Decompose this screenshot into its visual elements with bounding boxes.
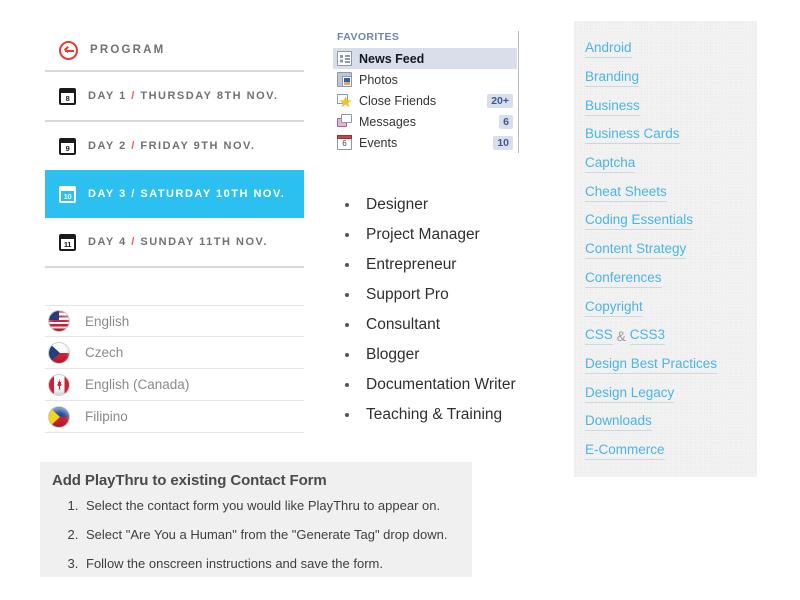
tag-link-captcha[interactable]: Captcha <box>585 155 636 174</box>
language-label: Filipino <box>85 409 128 424</box>
instructions-step: Follow the onscreen instructions and sav… <box>82 549 460 578</box>
calendar-icon: 10 <box>59 185 76 203</box>
calendar-icon: 11 <box>59 233 76 251</box>
tag-row: Downloads <box>574 408 757 437</box>
reply-arrow-circle-icon <box>59 40 78 60</box>
program-title: PROGRAM <box>90 44 166 56</box>
favorites-item-photos[interactable]: Photos <box>333 69 517 90</box>
tag-link-e-commerce[interactable]: E-Commerce <box>585 442 665 460</box>
program-day-row-3-selected[interactable]: 10 DAY 3 / SATURDAY 10TH NOV. <box>45 170 304 218</box>
list-item: Entrepreneur <box>340 250 516 280</box>
favorites-item-label: Events <box>359 135 398 150</box>
program-day-row-4[interactable]: 11 DAY 4 / SUNDAY 11TH NOV. <box>45 218 304 266</box>
calendar-icon: 9 <box>59 137 76 155</box>
tag-link-css[interactable]: CSS <box>585 327 613 346</box>
tag-row: Captcha <box>574 150 757 179</box>
flag-philippines-icon <box>48 405 70 428</box>
events-calendar-icon: 6 <box>337 135 352 150</box>
list-item: Consultant <box>340 310 516 340</box>
program-day-row-2[interactable]: 9 DAY 2 / FRIDAY 9TH NOV. <box>45 122 304 170</box>
photos-icon <box>337 72 352 87</box>
favorites-panel: FAVORITES News Feed Photos Close Friends… <box>333 31 519 153</box>
tag-link-business[interactable]: Business <box>585 98 640 116</box>
tag-row: Copyright <box>574 293 757 322</box>
tag-row: Coding Essentials <box>574 207 757 236</box>
ampersand-separator: & <box>616 328 626 344</box>
tag-row: CSS & CSS3 <box>574 322 757 351</box>
program-day-label: DAY 2 / FRIDAY 9TH NOV. <box>88 140 256 152</box>
language-row-english[interactable]: English <box>45 305 304 337</box>
tag-link-panel: Android Branding Business Business Cards… <box>574 21 757 477</box>
list-item: Designer <box>340 190 516 220</box>
tag-link-design-legacy[interactable]: Design Legacy <box>585 385 675 403</box>
flag-united-states-icon <box>48 310 70 332</box>
favorites-item-badge: 6 <box>499 114 513 129</box>
calendar-icon: 8 <box>59 87 76 105</box>
language-label: Czech <box>85 345 124 360</box>
favorites-item-messages[interactable]: Messages 6 <box>333 111 517 132</box>
language-label: English <box>85 313 130 329</box>
messages-icon <box>337 114 352 129</box>
favorites-item-label: News Feed <box>359 51 425 66</box>
tag-link-android[interactable]: Android <box>585 40 632 59</box>
language-row-filipino[interactable]: Filipino <box>45 401 304 433</box>
tag-link-cheat-sheets[interactable]: Cheat Sheets <box>585 184 667 202</box>
tag-link-downloads[interactable]: Downloads <box>585 413 652 432</box>
program-day-label: DAY 1 / THURSDAY 8TH NOV. <box>88 90 279 102</box>
instructions-step: Select the contact form you would like P… <box>82 491 460 520</box>
tag-link-business-cards[interactable]: Business Cards <box>585 126 680 145</box>
tag-row: Design Best Practices <box>574 351 757 380</box>
list-item: Blogger <box>340 340 516 370</box>
instructions-step: Select "Are You a Human" from the "Gener… <box>82 520 460 549</box>
favorites-item-badge: 20+ <box>487 93 513 108</box>
language-row-czech[interactable]: Czech <box>45 337 304 369</box>
tag-link-coding-essentials[interactable]: Coding Essentials <box>585 212 694 231</box>
tag-link-css3[interactable]: CSS3 <box>629 327 666 346</box>
tag-row: Conferences <box>574 265 757 294</box>
program-day-label: DAY 4 / SUNDAY 11TH NOV. <box>88 236 268 248</box>
list-item: Documentation Writer <box>340 370 516 400</box>
divider <box>45 266 304 268</box>
language-row-english-canada[interactable]: English (Canada) <box>45 369 304 401</box>
tag-link-design-best-practices[interactable]: Design Best Practices <box>585 356 718 374</box>
list-item: Teaching & Training <box>340 400 516 430</box>
roles-list: Designer Project Manager Entrepreneur Su… <box>340 190 516 430</box>
list-item: Project Manager <box>340 220 516 250</box>
tag-row: Cheat Sheets <box>574 178 757 207</box>
tag-link-branding[interactable]: Branding <box>585 69 640 88</box>
instructions-panel: Add PlayThru to existing Contact Form Se… <box>40 462 472 577</box>
favorites-item-close-friends[interactable]: Close Friends 20+ <box>333 90 517 111</box>
program-day-label: DAY 3 / SATURDAY 10TH NOV. <box>88 188 286 200</box>
favorites-heading: FAVORITES <box>337 31 400 43</box>
favorites-item-news-feed[interactable]: News Feed <box>333 48 517 69</box>
tag-row: Design Legacy <box>574 379 757 408</box>
tag-row: E-Commerce <box>574 437 757 466</box>
program-header: PROGRAM <box>45 30 304 70</box>
favorites-item-label: Messages <box>359 114 416 129</box>
tag-link-content-strategy[interactable]: Content Strategy <box>585 241 687 260</box>
program-panel: PROGRAM 8 DAY 1 / THURSDAY 8TH NOV. 9 DA… <box>45 30 304 268</box>
tag-row: Content Strategy <box>574 236 757 265</box>
tag-link-copyright[interactable]: Copyright <box>585 299 643 317</box>
instructions-steps: Select the contact form you would like P… <box>52 491 460 578</box>
tag-link-conferences[interactable]: Conferences <box>585 270 662 288</box>
instructions-heading: Add PlayThru to existing Contact Form <box>52 472 327 489</box>
favorites-item-label: Photos <box>359 72 398 87</box>
favorites-item-label: Close Friends <box>359 93 437 108</box>
language-label: English (Canada) <box>85 377 190 392</box>
program-day-row-1[interactable]: 8 DAY 1 / THURSDAY 8TH NOV. <box>45 72 304 120</box>
tag-row: Business <box>574 92 757 121</box>
favorites-item-events[interactable]: 6 Events 10 <box>333 132 517 153</box>
tag-row: Branding <box>574 64 757 93</box>
news-feed-icon <box>337 51 352 66</box>
list-item: Support Pro <box>340 280 516 310</box>
flag-czech-republic-icon <box>48 341 70 364</box>
tag-row: Business Cards <box>574 121 757 150</box>
flag-canada-icon <box>48 373 70 396</box>
language-list: English Czech English (Canada) Filipino <box>45 305 304 433</box>
favorites-item-badge: 10 <box>493 135 513 150</box>
close-friends-star-icon <box>337 93 352 108</box>
tag-row: Android <box>574 35 757 64</box>
